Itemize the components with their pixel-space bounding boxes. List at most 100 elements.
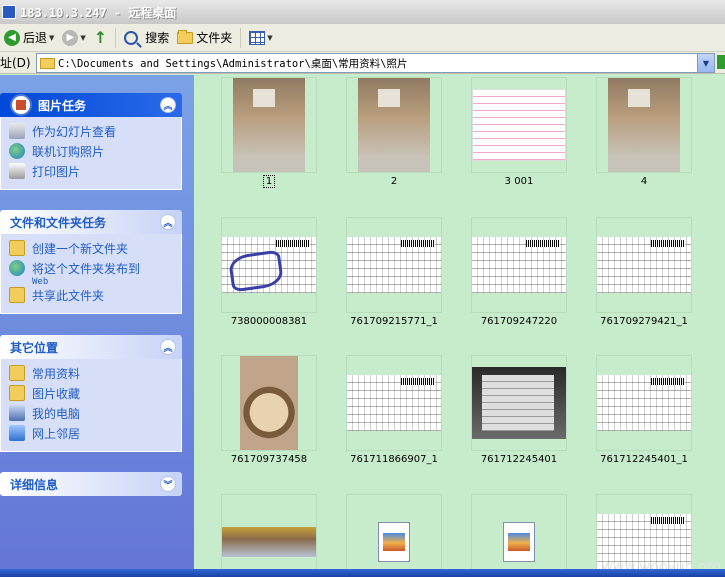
other-places-panel: 其它位置 ︽ 常用资料 图片收藏 我的电脑 网上邻居 (0, 335, 182, 452)
file-tasks-header[interactable]: 文件和文件夹任务 ︽ (0, 210, 182, 234)
file-name-label[interactable]: 761712245401 (457, 454, 581, 465)
file-name-label[interactable]: 738000008381 (207, 316, 331, 327)
file-thumbnail[interactable] (596, 77, 692, 173)
collapse-chevron-icon[interactable]: ︽ (160, 97, 176, 113)
file-thumbnail[interactable] (471, 77, 567, 173)
thumbnail-image (597, 375, 691, 431)
address-field[interactable]: C:\Documents and Settings\Administrator\… (36, 53, 715, 73)
file-name-label[interactable]: 3 001 (457, 176, 581, 187)
file-thumbnail[interactable] (346, 494, 442, 577)
file-thumbnail[interactable] (221, 494, 317, 577)
place-label: 常用资料 (32, 367, 81, 381)
up-folder-button[interactable]: ↑ (90, 26, 111, 50)
go-icon[interactable] (717, 55, 725, 69)
thumbnail-image (472, 89, 566, 161)
file-name-text: 761709279421_1 (600, 316, 688, 327)
file-name-label[interactable]: 761712245401_1 (582, 454, 706, 465)
picture-tasks-header[interactable]: 图片任务 ︽ (0, 93, 182, 117)
search-label: 搜索 (145, 31, 170, 45)
globe-icon (9, 260, 25, 276)
expand-chevron-icon[interactable]: ︾ (160, 476, 176, 492)
search-icon (124, 30, 139, 45)
file-name-label[interactable]: 761711866907_1 (332, 454, 456, 465)
forward-dropdown-icon[interactable]: ▼ (80, 34, 85, 42)
task-slideshow[interactable]: 作为幻灯片查看 (9, 123, 173, 143)
file-view: 1 2 3 001 4 738000008381 761709215771_1 761709… (194, 75, 725, 577)
task-sublabel: Web (32, 277, 49, 287)
place-my-pictures[interactable]: 图片收藏 (9, 385, 173, 405)
other-places-header[interactable]: 其它位置 ︽ (0, 335, 182, 359)
place-my-computer[interactable]: 我的电脑 (9, 405, 173, 425)
folder-icon (9, 365, 25, 381)
folders-label: 文件夹 (196, 31, 233, 45)
task-publish-web[interactable]: 将这个文件夹发布到 Web (9, 260, 173, 287)
file-thumbnail[interactable] (596, 217, 692, 313)
taskbar (0, 569, 725, 577)
place-label: 图片收藏 (32, 387, 81, 401)
thumbnail-image (472, 237, 566, 293)
address-label: 址(D) (0, 56, 31, 70)
thumbnail-image (358, 78, 430, 172)
address-path[interactable]: C:\Documents and Settings\Administrator\… (58, 56, 408, 71)
file-name-label[interactable]: 2 (332, 176, 456, 187)
file-name-label[interactable]: 761709215771_1 (332, 316, 456, 327)
file-name-label[interactable]: 761709737458 (207, 454, 331, 465)
views-button[interactable]: ▼ (245, 26, 276, 50)
search-button[interactable]: 搜索 (120, 26, 173, 50)
file-thumbnail[interactable] (471, 355, 567, 451)
file-thumbnail[interactable] (471, 217, 567, 313)
views-dropdown-icon: ▼ (267, 33, 273, 42)
task-new-folder[interactable]: 创建一个新文件夹 (9, 240, 173, 260)
file-thumbnail[interactable] (221, 77, 317, 173)
views-icon (249, 30, 266, 45)
slideshow-icon (9, 123, 25, 139)
file-name-label[interactable]: 1 (207, 175, 331, 188)
thumbnail-image (240, 356, 298, 450)
thumbnail-image (233, 78, 305, 172)
thumbnail-image (347, 237, 441, 293)
place-label: 我的电脑 (32, 407, 81, 421)
file-name-text: 2 (390, 176, 398, 187)
details-header[interactable]: 详细信息 ︾ (0, 472, 182, 496)
toolbar-separator (115, 27, 117, 48)
share-folder-icon (9, 287, 25, 303)
task-print-pictures[interactable]: 打印图片 (9, 163, 173, 183)
file-name-label[interactable]: 4 (582, 176, 706, 187)
file-thumbnail[interactable] (221, 217, 317, 313)
toolbar: ◀ 后退 ▼ ▶ ▼ ↑ 搜索 文件夹 ▼ (0, 24, 725, 52)
place-network[interactable]: 网上邻居 (9, 425, 173, 445)
details-panel: 详细信息 ︾ (0, 472, 182, 496)
file-name-text: 761709737458 (230, 454, 308, 465)
file-thumbnail[interactable] (346, 77, 442, 173)
file-thumbnail[interactable] (596, 355, 692, 451)
back-dropdown-icon[interactable]: ▼ (49, 34, 54, 42)
back-button[interactable]: ◀ 后退 ▼ (0, 26, 58, 50)
file-thumbnail[interactable] (346, 355, 442, 451)
forward-button[interactable]: ▶ ▼ (58, 26, 89, 50)
file-name-label[interactable]: 761709247220 (457, 316, 581, 327)
computer-icon (9, 405, 25, 421)
thumbnail-image (222, 237, 316, 293)
task-order-prints[interactable]: 联机订购照片 (9, 143, 173, 163)
address-dropdown-icon[interactable]: ▼ (697, 54, 714, 72)
folders-button[interactable]: 文件夹 (173, 26, 236, 50)
place-common-docs[interactable]: 常用资料 (9, 365, 173, 385)
file-name-text: 761711866907_1 (350, 454, 438, 465)
new-folder-icon (9, 240, 25, 256)
thumbnail-image (222, 527, 316, 557)
address-bar: 址(D) C:\Documents and Settings\Administr… (0, 52, 725, 74)
thumbnail-image (597, 237, 691, 293)
file-thumbnail[interactable] (346, 217, 442, 313)
collapse-chevron-icon[interactable]: ︽ (160, 214, 176, 230)
back-arrow-icon: ◀ (4, 29, 20, 46)
file-thumbnail[interactable] (221, 355, 317, 451)
file-tasks-body: 创建一个新文件夹 将这个文件夹发布到 Web 共享此文件夹 (0, 234, 182, 314)
task-share-folder[interactable]: 共享此文件夹 (9, 287, 173, 307)
file-thumbnail[interactable] (471, 494, 567, 577)
network-icon (9, 425, 25, 441)
collapse-chevron-icon[interactable]: ︽ (160, 339, 176, 355)
file-name-text: 761712245401_1 (600, 454, 688, 465)
file-name-label[interactable]: 761709279421_1 (582, 316, 706, 327)
window-title: 183.10.3.247 - 远程桌面 (20, 5, 177, 20)
task-label: 联机订购照片 (32, 145, 105, 159)
